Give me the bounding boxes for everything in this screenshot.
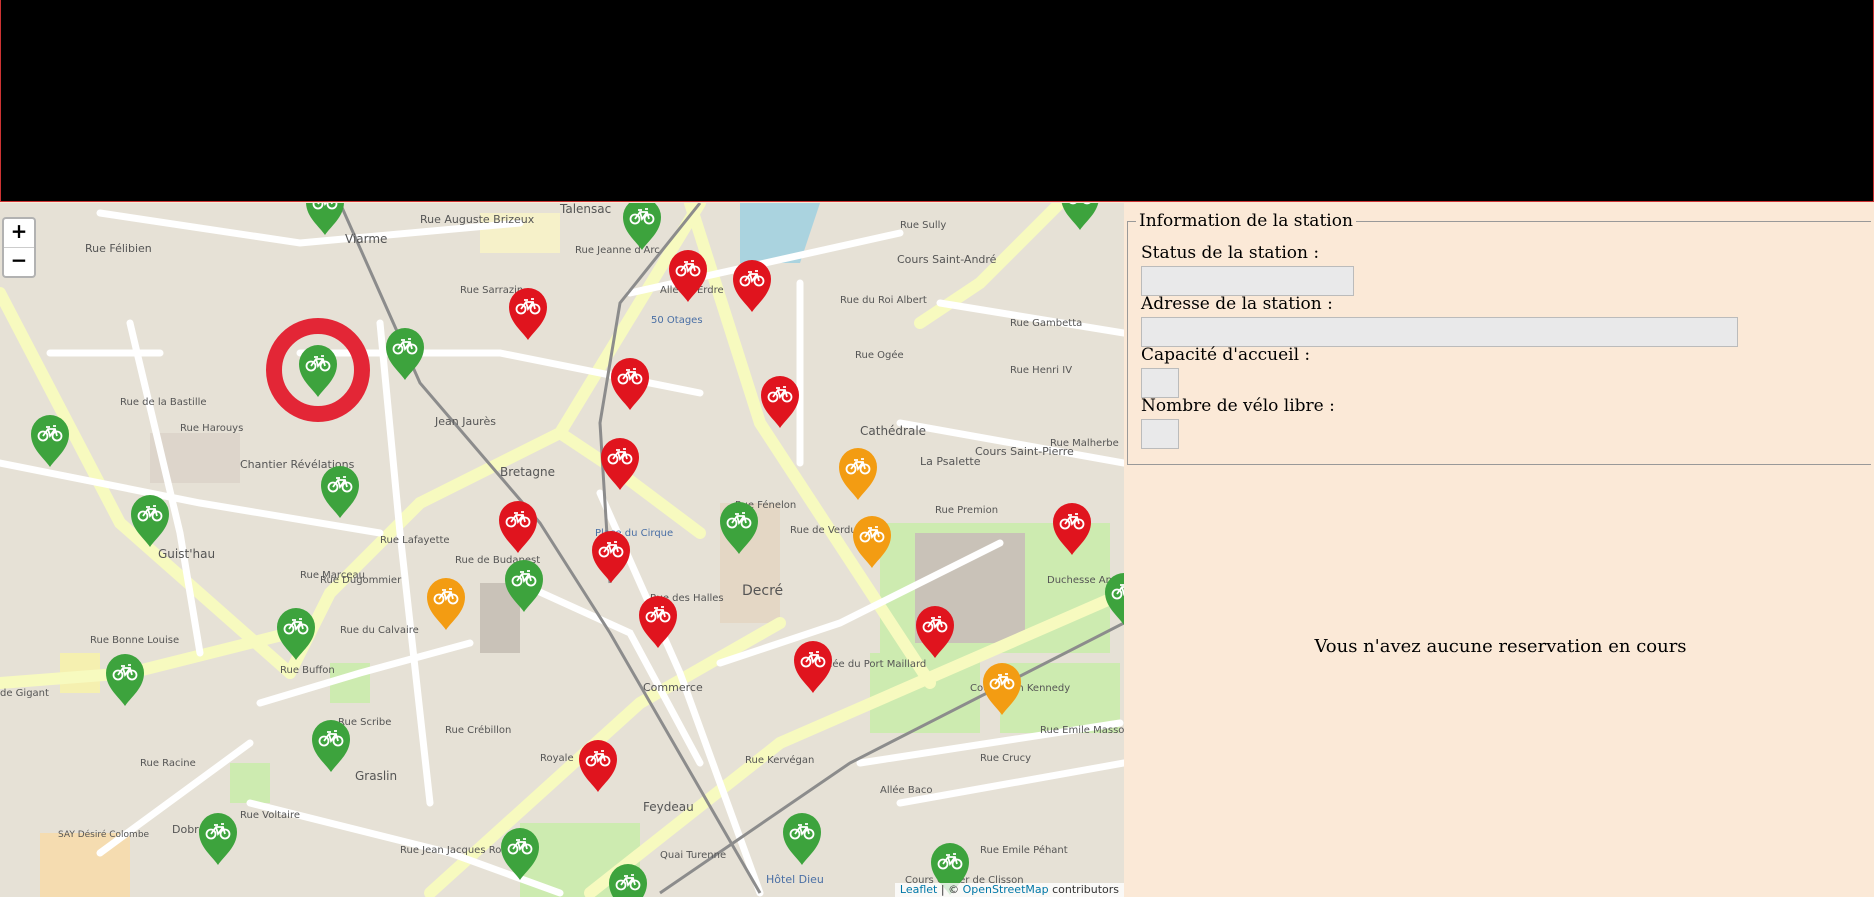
map-label: Hôtel Dieu [766,873,824,886]
station-info-legend: Information de la station [1139,211,1353,231]
map-label: Graslin [355,769,397,783]
zoom-control: + − [2,217,36,278]
station-info-panel: Information de la station Status de la s… [1127,203,1874,897]
zoom-in-button[interactable]: + [4,219,34,247]
map-label: Rue Dugommier [320,575,402,586]
map-label: Allée du Port Maillard [820,658,926,670]
station-info-fieldset: Information de la station Status de la s… [1127,211,1871,465]
map-label: Decré [742,583,783,599]
map-label: Commerce [643,681,703,694]
address-field [1141,317,1738,347]
map-label: Rue Buffon [280,665,335,676]
map-label: SAY Désiré Colombe [58,829,150,840]
map-label: Rue Gambetta [1010,318,1082,329]
bikes-label: Nombre de vélo libre : [1141,396,1335,416]
map-label: Guist'hau [158,547,215,561]
map-label: Rue Harouys [180,423,243,434]
map-label: Quai Turenne [660,850,726,861]
bikes-field [1141,419,1179,449]
map-label: Rue Crucy [980,753,1031,764]
map-label: Rue Sully [900,220,946,231]
map-label: Rue Racine [140,758,196,769]
header-banner [0,0,1874,202]
map-label: de Gigant [0,688,49,699]
no-reservation-message: Vous n'avez aucune reservation en cours [1314,636,1687,657]
map-label: Rue Emile Masson [1040,725,1124,736]
status-field [1141,266,1354,296]
map-label: Rue Crébillon [445,724,511,736]
address-label: Adresse de la station : [1141,294,1333,314]
map-label: Rue Premion [935,505,998,516]
leaflet-link[interactable]: Leaflet [900,883,937,896]
capacity-label: Capacité d'accueil : [1141,345,1311,365]
map-label: Rue du Calvaire [340,625,419,636]
map-label: Jean Jaurès [434,415,496,428]
attribution-contributors: contributors [1048,883,1119,896]
map-label: Royale [540,753,574,764]
map-label: Rue Lafayette [380,535,450,546]
map-label: Rue Ogée [855,349,904,361]
map-label: Rue de Verdun [790,525,863,536]
map-label: Cours Saint-André [897,253,997,266]
map-label: Feydeau [643,800,694,814]
capacity-field [1141,368,1179,398]
map-label: Rue Jeanne d'Arc [575,245,660,256]
map-label: Talensac [559,203,611,216]
map-label: Rue Félibien [85,242,152,255]
map-label: Bretagne [500,465,555,479]
map-label: Cathédrale [860,424,926,438]
zoom-out-button[interactable]: − [4,247,34,276]
map-label: Rue Malherbe [1050,438,1119,449]
attribution-separator: | © [937,883,963,896]
map-label: Rue Scribe [338,717,391,728]
map-label: Rue Sarrazin [460,285,523,296]
map-label: Rue Emile Péhant [980,844,1068,856]
map-label: Rue Auguste Brizeux [420,213,535,226]
map-label: Rue Kervégan [745,754,814,766]
map-tiles[interactable]: Talensac Viarme Cours Saint-André Rue Au… [0,203,1124,897]
map-label: Allée Baco [880,784,933,796]
map-label: Rue Bonne Louise [90,635,179,646]
map-label: Rue du Roi Albert [840,295,927,306]
map-label: Rue Henri IV [1010,365,1072,376]
osm-link[interactable]: OpenStreetMap [963,883,1049,896]
map-label: 50 Otages [651,315,703,326]
map-attribution: Leaflet | © OpenStreetMap contributors [894,883,1124,897]
status-label: Status de la station : [1141,243,1320,263]
map-label: La Psalette [920,455,981,468]
map-label: Rue Voltaire [240,810,300,821]
map-label: Viarme [345,232,387,246]
map-label: Rue de la Bastille [120,397,207,408]
station-map[interactable]: Talensac Viarme Cours Saint-André Rue Au… [0,203,1124,897]
